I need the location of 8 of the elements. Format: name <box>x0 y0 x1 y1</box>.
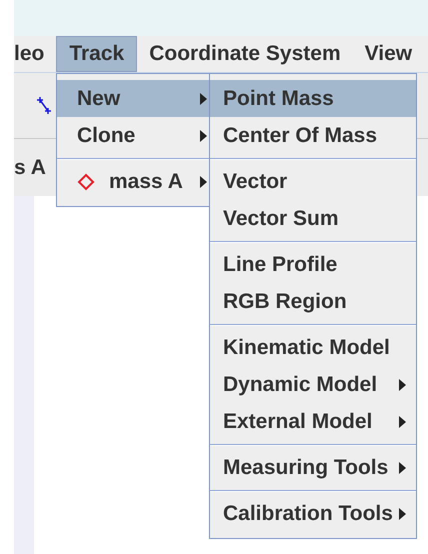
track-points-icon <box>36 96 52 116</box>
menu-title[interactable]: Coordinate System <box>137 36 353 72</box>
track-tab-label[interactable]: s A <box>14 152 46 184</box>
menu-item[interactable]: New <box>57 80 209 117</box>
menu-item[interactable]: Point Mass <box>210 80 416 117</box>
menu-title[interactable]: View <box>352 36 424 72</box>
menu-title[interactable]: leo <box>14 36 56 72</box>
menu-title[interactable]: Track <box>56 36 138 72</box>
